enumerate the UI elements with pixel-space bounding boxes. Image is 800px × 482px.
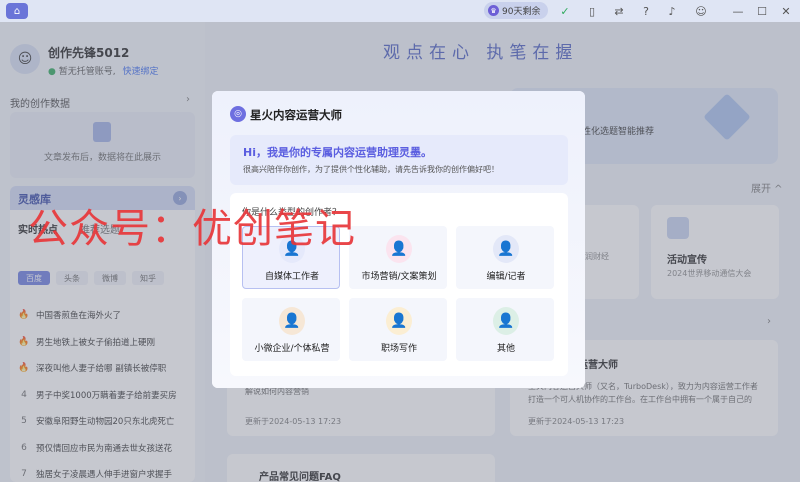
app-window: ⌂ ♛ 90天剩余 ✓ ▯ ⇄ ? ♪ ☺ — ☐ ✕ ☺ 创作先锋5012 ●… [0,0,800,482]
role-small-business[interactable]: 👤 小微企业/个体私营 [242,298,340,361]
watermark: 公众号：优创笔记 [28,206,356,252]
role-label: 编辑/记者 [486,272,526,282]
crown-icon: ♛ [488,5,499,16]
person-other-icon: 👤 [493,307,519,335]
greeting-title: Hi，我是你的专属内容运营助理灵墨。 [243,146,432,159]
help-icon[interactable]: ? [638,3,654,19]
person-megaphone-icon: 👤 [386,235,412,263]
greeting-subtitle: 很高兴陪伴你创作，为了提供个性化辅助，请先告诉我你的创作偏好吧！ [243,165,499,174]
title-bar: ⌂ ♛ 90天剩余 ✓ ▯ ⇄ ? ♪ ☺ — ☐ ✕ [0,0,800,22]
close-icon[interactable]: ✕ [778,3,794,19]
role-label: 市场营销/文案策划 [361,272,437,282]
role-other[interactable]: 👤 其他 [456,298,554,361]
person-store-icon: 👤 [279,307,305,335]
minimize-icon[interactable]: — [730,3,746,19]
home-icon[interactable]: ⌂ [6,3,28,19]
role-workplace[interactable]: 👤 职场写作 [349,298,447,361]
quota-text: 90天剩余 [502,7,541,17]
spark-logo-icon: ◎ [230,106,246,122]
role-label: 小微企业/个体私营 [254,344,330,354]
role-label: 自媒体工作者 [264,272,319,282]
role-editor[interactable]: 👤 编辑/记者 [456,226,554,289]
role-label: 其他 [496,344,515,354]
bell-icon[interactable]: ♪ [664,3,680,19]
quota-badge[interactable]: ♛ 90天剩余 [484,2,549,19]
greeting-box: Hi，我是你的专属内容运营助理灵墨。 很高兴陪伴你创作，为了提供个性化辅助，请先… [230,135,568,185]
person-pen-icon: 👤 [493,235,519,263]
maximize-icon[interactable]: ☐ [754,3,770,19]
share-icon[interactable]: ⇄ [611,3,627,19]
check-circle-icon[interactable]: ✓ [557,3,573,19]
role-label: 职场写作 [380,344,417,354]
tablet-icon[interactable]: ▯ [584,3,600,19]
modal-title: 星火内容运营大师 [250,108,342,122]
person-briefcase-icon: 👤 [386,307,412,335]
role-marketing[interactable]: 👤 市场营销/文案策划 [349,226,447,289]
user-avatar-icon[interactable]: ☺ [693,3,709,19]
